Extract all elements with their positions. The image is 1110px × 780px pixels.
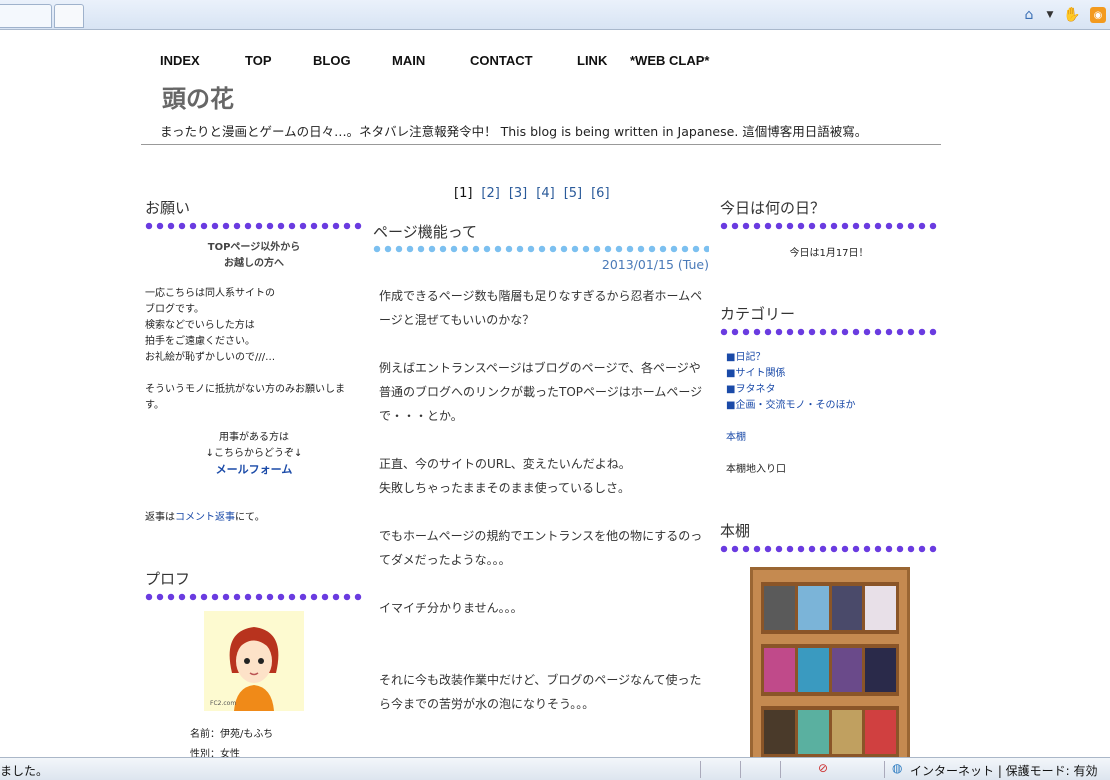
heading-dots [720, 545, 938, 553]
pagination: [1] [2] [3] [4] [5] [6] [454, 186, 610, 201]
bookshelf-image[interactable] [750, 567, 910, 757]
category-item[interactable]: ■企画・交流モノ・そのほか [726, 398, 938, 414]
chevron-down-icon[interactable]: ▼ [1044, 6, 1056, 24]
category-heading: カテゴリー [720, 305, 796, 323]
svg-text:FC2.com: FC2.com [210, 700, 236, 707]
status-divider [700, 761, 701, 778]
heading-dots [145, 222, 363, 230]
contact-line-2: ↓こちらからどうぞ↓ [205, 448, 303, 459]
status-divider [740, 761, 741, 778]
category-list: ■日記？ ■サイト関係 ■ヲタネタ ■企画・交流モノ・そのほか 本棚 本棚地入り… [720, 350, 938, 478]
blog-article: ページ機能って 2013/01/15 (Tue) 作成できるページ数も階層も足り… [373, 221, 709, 740]
notice-line: ブログです。 [145, 304, 204, 315]
article-date: 2013/01/15 (Tue) [601, 257, 709, 272]
category-item[interactable]: ■日記？ [726, 350, 938, 366]
article-paragraph: でもホームページの規約でエントランスを他の物にするのってダメだったような。。。 [379, 529, 703, 567]
profile-gender: 性別：女性 [190, 749, 240, 757]
left-sidebar: お願い TOPページ以外から お越しの方へ 一応こちらは同人系サイトの ブログで… [145, 197, 363, 757]
article-paragraph: それに今も改装作業中だけど、ブログのページなんて使ったら今までの苦労が水の泡にな… [379, 673, 702, 711]
nav-top[interactable]: TOP [245, 53, 313, 68]
category-item[interactable]: ■ヲタネタ [726, 382, 938, 398]
feed-icon[interactable]: ◉ [1090, 7, 1106, 23]
page-4[interactable]: [4] [536, 186, 554, 201]
web-page: INDEX TOP BLOG MAIN CONTACT LINK *WEB CL… [0, 31, 1110, 757]
page-5[interactable]: [5] [564, 186, 582, 201]
nav-contact[interactable]: CONTACT [470, 53, 577, 68]
reply-note: 返事はコメント返事にて。 [145, 510, 363, 526]
notice-line: 検索などでいらした方は [145, 320, 255, 331]
profile-name: 名前：伊苑/もふち [190, 729, 274, 740]
header-divider [141, 144, 941, 145]
heading-dots [145, 593, 363, 601]
status-divider [884, 761, 885, 778]
bookshelf-entry[interactable]: 本棚地入り口 [726, 462, 938, 478]
profile-heading: プロフ [145, 570, 191, 588]
notice-line: 一応こちらは同人系サイトの [145, 288, 275, 299]
today-heading: 今日は何の日？ [720, 199, 826, 217]
nav-main[interactable]: MAIN [392, 53, 470, 68]
category-item[interactable]: ■サイト関係 [726, 366, 938, 382]
today-text: 今日は1月17日！ [789, 248, 869, 259]
page-2[interactable]: [2] [481, 186, 499, 201]
security-zone[interactable]: インターネット | 保護モード: 有効 [910, 762, 1098, 779]
globe-icon: ◍ [892, 761, 903, 775]
article-paragraph: 正直、今のサイトのURL、変えたいんだよね。 失敗しちゃったままそのまま使ってい… [379, 457, 631, 495]
status-text: ました。 [0, 764, 49, 778]
notice-line: 拍手をご遠慮ください。 [145, 336, 255, 347]
page-1[interactable]: [1] [454, 186, 472, 201]
nav-web-clap[interactable]: *WEB CLAP* [630, 53, 709, 68]
comment-reply-link[interactable]: コメント返事 [175, 512, 235, 523]
bookshelf-link[interactable]: 本棚 [726, 430, 938, 446]
notice-extra: そういうモノに抵抗がない方のみお願いします。 [145, 384, 345, 411]
nav-index[interactable]: INDEX [160, 53, 245, 68]
new-tab-button[interactable] [54, 4, 84, 28]
heading-dots [720, 222, 938, 230]
browser-toolbar: ⌂ ▼ ✋ ◉ [0, 0, 1110, 30]
contact-line-1: 用事がある方は [219, 432, 289, 443]
onegai-heading: お願い [145, 199, 191, 217]
status-divider [780, 761, 781, 778]
title-dots [373, 245, 709, 253]
notice-box: TOPページ以外から お越しの方へ 一応こちらは同人系サイトの ブログです。 検… [145, 240, 363, 526]
nav-link[interactable]: LINK [577, 53, 630, 68]
article-paragraph: 作成できるページ数も階層も足りなすぎるから忍者ホームページと混ぜてもいいのかな？ [379, 289, 703, 327]
notice-line: お礼絵が恥ずかしいので///… [145, 352, 276, 363]
profile-avatar: FC2.com [204, 611, 304, 711]
site-title[interactable]: 頭の花 [162, 79, 234, 114]
article-title[interactable]: ページ機能って [373, 221, 709, 245]
main-nav: INDEX TOP BLOG MAIN CONTACT LINK *WEB CL… [160, 53, 709, 68]
article-paragraph: 例えばエントランスページはブログのページで、各ページや普通のブログへのリンクが載… [379, 361, 703, 423]
notice-title-2: お越しの方へ [224, 258, 284, 269]
article-body: 作成できるページ数も階層も足りなすぎるから忍者ホームページと混ぜてもいいのかな？… [373, 272, 709, 716]
privacy-icon[interactable]: ⊘ [818, 761, 834, 777]
hand-icon[interactable]: ✋ [1063, 6, 1081, 24]
browser-tab[interactable] [0, 4, 52, 28]
page-6[interactable]: [6] [591, 186, 609, 201]
site-description: まったりと漫画とゲームの日々…。ネタバレ注意報発令中！ This blog is… [160, 124, 868, 139]
mail-form-link[interactable]: メールフォーム [145, 462, 363, 478]
page-3[interactable]: [3] [509, 186, 527, 201]
browser-status-bar: ました。 ⊘ ◍ インターネット | 保護モード: 有効 [0, 757, 1110, 780]
reply-suffix: にて。 [235, 512, 265, 523]
reply-prefix: 返事は [145, 512, 175, 523]
nav-blog[interactable]: BLOG [313, 53, 392, 68]
home-icon[interactable]: ⌂ [1019, 6, 1039, 24]
notice-title-1: TOPページ以外から [207, 242, 301, 253]
shelf-heading: 本棚 [720, 522, 751, 540]
right-sidebar: 今日は何の日？ 今日は1月17日！ カテゴリー ■日記？ ■サイト関係 ■ヲタネ… [720, 197, 938, 757]
article-paragraph: イマイチ分かりません。。。 [379, 601, 523, 615]
heading-dots [720, 328, 938, 336]
